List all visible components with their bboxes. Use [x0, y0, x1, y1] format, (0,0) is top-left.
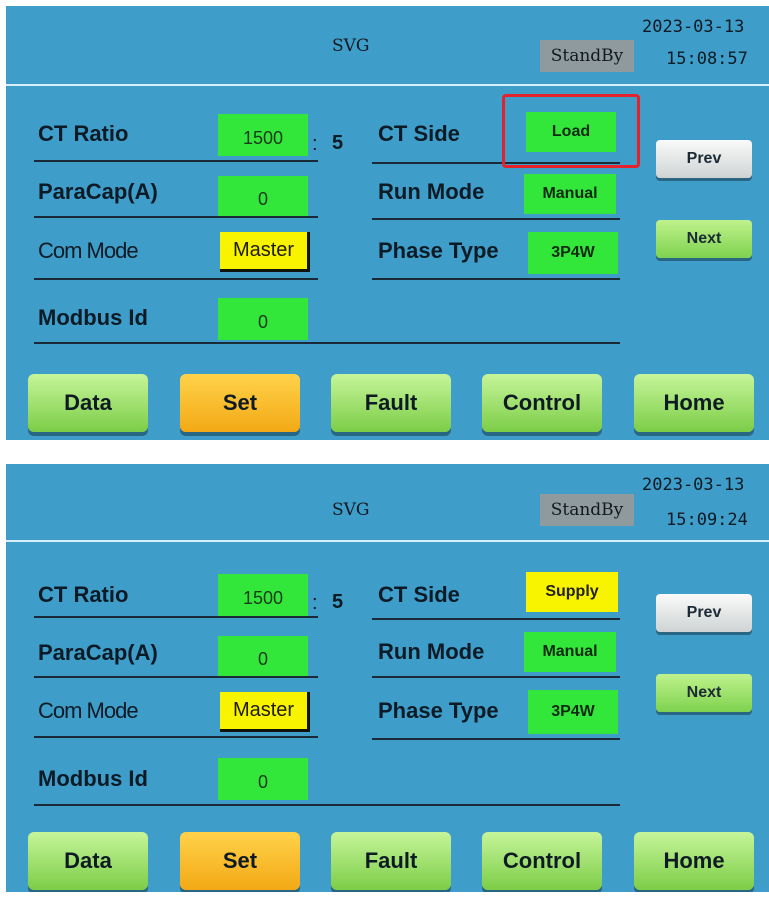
ct-ratio-label: CT Ratio: [38, 121, 129, 146]
nav-control-button[interactable]: Control: [482, 832, 602, 890]
paracap-label: ParaCap(A): [38, 179, 158, 204]
ct-ratio-colon: :: [312, 592, 318, 614]
modbus-id-field[interactable]: 0: [218, 298, 308, 340]
modbus-id-label: Modbus Id: [38, 305, 148, 330]
ct-ratio-colon: :: [312, 133, 318, 155]
header-bar: SVG StandBy 2023-03-13 15:09:24: [6, 464, 769, 542]
header-divider: [6, 540, 769, 542]
phase-type-label: Phase Type: [378, 698, 499, 723]
nav-set-button[interactable]: Set: [180, 374, 300, 432]
nav-home-button[interactable]: Home: [634, 832, 754, 890]
com-mode-field[interactable]: Master: [220, 232, 310, 272]
nav-home-button[interactable]: Home: [634, 374, 754, 432]
row-divider: [372, 278, 620, 280]
row-divider: [34, 616, 318, 618]
header-time: 15:09:24: [666, 510, 748, 530]
row-divider: [372, 676, 620, 678]
header-date: 2023-03-13: [642, 17, 745, 37]
header-time: 15:08:57: [666, 49, 748, 69]
nav-fault-button[interactable]: Fault: [331, 374, 451, 432]
next-button[interactable]: Next: [656, 674, 752, 712]
header-title: SVG: [332, 500, 370, 520]
paracap-field[interactable]: 0: [218, 176, 308, 216]
hmi-screen-2: SVG StandBy 2023-03-13 15:09:24 CT Ratio…: [6, 464, 769, 892]
com-mode-label: Com Mode: [38, 238, 139, 263]
prev-button[interactable]: Prev: [656, 140, 752, 178]
phase-type-field[interactable]: 3P4W: [528, 690, 618, 734]
header-divider: [6, 84, 769, 86]
run-mode-field[interactable]: Manual: [524, 632, 616, 672]
hmi-screen-1: SVG StandBy 2023-03-13 15:08:57 CT Ratio…: [6, 6, 769, 440]
nav-data-button[interactable]: Data: [28, 374, 148, 432]
status-badge: StandBy: [540, 40, 634, 72]
row-divider: [34, 676, 318, 678]
ct-side-label: CT Side: [378, 582, 460, 607]
nav-data-button[interactable]: Data: [28, 832, 148, 890]
ct-side-label: CT Side: [378, 121, 460, 146]
row-divider: [372, 738, 620, 740]
modbus-id-field[interactable]: 0: [218, 758, 308, 800]
next-button[interactable]: Next: [656, 220, 752, 258]
ct-ratio-label: CT Ratio: [38, 582, 129, 607]
row-divider: [34, 278, 318, 280]
modbus-id-label: Modbus Id: [38, 766, 148, 791]
run-mode-label: Run Mode: [378, 179, 485, 204]
row-divider: [372, 218, 620, 220]
ct-ratio-field[interactable]: 1500: [218, 114, 308, 156]
header-title: SVG: [332, 36, 370, 56]
ct-ratio-secondary: 5: [332, 591, 344, 613]
phase-type-label: Phase Type: [378, 238, 499, 263]
run-mode-label: Run Mode: [378, 639, 485, 664]
row-divider: [372, 618, 620, 620]
com-mode-label: Com Mode: [38, 698, 139, 723]
ct-ratio-secondary: 5: [332, 132, 344, 154]
row-divider: [34, 736, 318, 738]
com-mode-field[interactable]: Master: [220, 692, 310, 732]
header-date: 2023-03-13: [642, 475, 745, 495]
paracap-field[interactable]: 0: [218, 636, 308, 676]
paracap-label: ParaCap(A): [38, 640, 158, 665]
phase-type-field[interactable]: 3P4W: [528, 232, 618, 274]
ct-ratio-field[interactable]: 1500: [218, 574, 308, 616]
nav-fault-button[interactable]: Fault: [331, 832, 451, 890]
highlight-box: [502, 94, 640, 168]
row-divider: [34, 160, 318, 162]
header-bar: SVG StandBy 2023-03-13 15:08:57: [6, 6, 769, 84]
run-mode-field[interactable]: Manual: [524, 174, 616, 214]
nav-set-button[interactable]: Set: [180, 832, 300, 890]
row-divider: [34, 804, 620, 806]
nav-control-button[interactable]: Control: [482, 374, 602, 432]
prev-button[interactable]: Prev: [656, 594, 752, 632]
ct-side-field[interactable]: Supply: [526, 572, 618, 612]
status-badge: StandBy: [540, 494, 634, 526]
row-divider: [34, 216, 318, 218]
row-divider: [34, 342, 620, 344]
